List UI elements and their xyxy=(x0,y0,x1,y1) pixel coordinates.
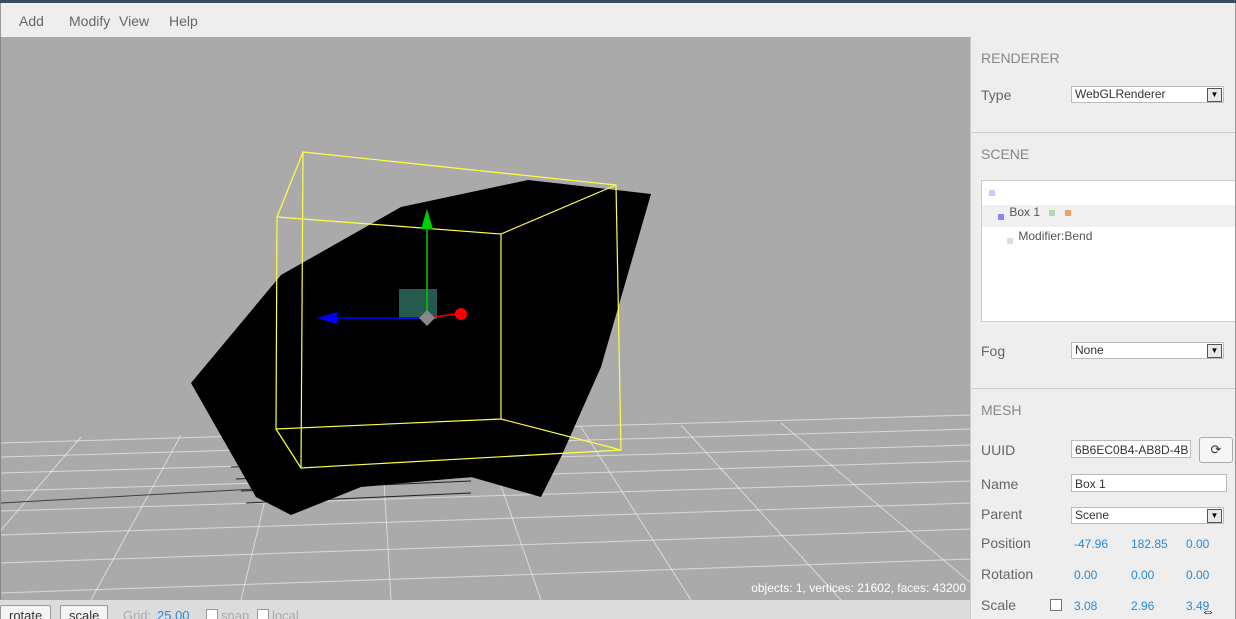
scene-canvas[interactable] xyxy=(1,37,971,600)
scale-x[interactable]: 3.08 xyxy=(1074,599,1097,613)
material-icon xyxy=(1064,209,1071,216)
gizmo-x-handle[interactable] xyxy=(455,308,467,320)
sidebar: RENDERER Type WebGLRenderer ▼ SCENE Box … xyxy=(970,37,1236,619)
divider xyxy=(971,388,1235,389)
parent-select[interactable]: Scene ▼ xyxy=(1071,507,1224,524)
scale-label: Scale xyxy=(981,597,1017,613)
menu-view[interactable]: View xyxy=(119,13,149,29)
scene-title: SCENE xyxy=(981,146,1030,162)
refresh-icon: ⟳ xyxy=(1210,442,1222,457)
renderer-type-select[interactable]: WebGLRenderer ▼ xyxy=(1071,86,1224,103)
name-field[interactable]: Box 1 xyxy=(1071,474,1227,492)
fog-label: Fog xyxy=(981,343,1006,359)
renderer-type-label: Type xyxy=(981,87,1012,103)
bottom-toolbar: rotate scale Grid: 25.00 snap local xyxy=(0,600,970,619)
parent-label: Parent xyxy=(981,506,1023,522)
rotation-x[interactable]: 0.00 xyxy=(1074,568,1097,582)
menu-help[interactable]: Help xyxy=(169,13,198,29)
chevron-down-icon: ▼ xyxy=(1207,509,1222,523)
divider xyxy=(971,132,1235,133)
geometry-icon xyxy=(1049,209,1056,216)
scene-icon xyxy=(989,189,995,196)
local-checkbox[interactable] xyxy=(257,609,269,619)
grid-value[interactable]: 25.00 xyxy=(157,608,190,619)
chevron-down-icon: ▼ xyxy=(1207,344,1222,358)
resize-cursor-icon: ⇔ xyxy=(1201,603,1215,619)
rotation-label: Rotation xyxy=(981,566,1034,582)
position-z[interactable]: 0.00 xyxy=(1186,537,1209,551)
menubar: Add Modify View Help xyxy=(0,3,1236,37)
outliner-item-label: Box 1 xyxy=(1009,205,1041,219)
rotate-button[interactable]: rotate xyxy=(0,605,52,619)
rotation-z[interactable]: 0.00 xyxy=(1186,568,1209,582)
mesh-title: MESH xyxy=(981,402,1022,418)
snap-label: snap xyxy=(221,608,250,619)
rotation-y[interactable]: 0.00 xyxy=(1131,568,1154,582)
position-y[interactable]: 182.85 xyxy=(1131,537,1168,551)
renderer-type-value: WebGLRenderer xyxy=(1075,87,1166,101)
uuid-label: UUID xyxy=(981,442,1016,458)
chevron-down-icon: ▼ xyxy=(1207,88,1222,102)
uuid-field[interactable]: 6B6EC0B4-AB8D-4B xyxy=(1071,440,1191,458)
scale-lock-checkbox[interactable] xyxy=(1050,599,1062,611)
outliner-item-box1[interactable]: Box 1 xyxy=(982,205,1235,227)
scene-outliner[interactable]: Box 1 Modifier:Bend xyxy=(981,180,1235,322)
scale-y[interactable]: 2.96 xyxy=(1131,599,1154,613)
renderer-title: RENDERER xyxy=(981,50,1060,66)
3d-viewport[interactable]: objects: 1, vertices: 21602, faces: 4320… xyxy=(0,37,971,600)
position-x[interactable]: -47.96 xyxy=(1074,537,1108,551)
mesh-icon xyxy=(998,213,1004,220)
outliner-item-label: Modifier:Bend xyxy=(1018,229,1093,243)
menu-modify[interactable]: Modify xyxy=(69,13,110,29)
fog-select[interactable]: None ▼ xyxy=(1071,342,1224,359)
menu-add[interactable]: Add xyxy=(19,13,44,29)
outliner-item-scene[interactable] xyxy=(982,181,1235,203)
bent-mesh[interactable] xyxy=(191,180,651,515)
scale-button[interactable]: scale xyxy=(60,605,109,619)
parent-value: Scene xyxy=(1075,508,1110,522)
grid-label: Grid: xyxy=(123,608,152,619)
local-label: local xyxy=(272,608,299,619)
name-label: Name xyxy=(981,476,1019,492)
viewport-info: objects: 1, vertices: 21602, faces: 4320… xyxy=(751,581,966,595)
position-label: Position xyxy=(981,535,1031,551)
modifier-icon xyxy=(1007,237,1013,244)
snap-checkbox[interactable] xyxy=(206,609,218,619)
outliner-item-modifier[interactable]: Modifier:Bend xyxy=(982,229,1235,251)
renew-uuid-button[interactable]: ⟳ xyxy=(1199,437,1233,463)
fog-value: None xyxy=(1075,343,1104,357)
